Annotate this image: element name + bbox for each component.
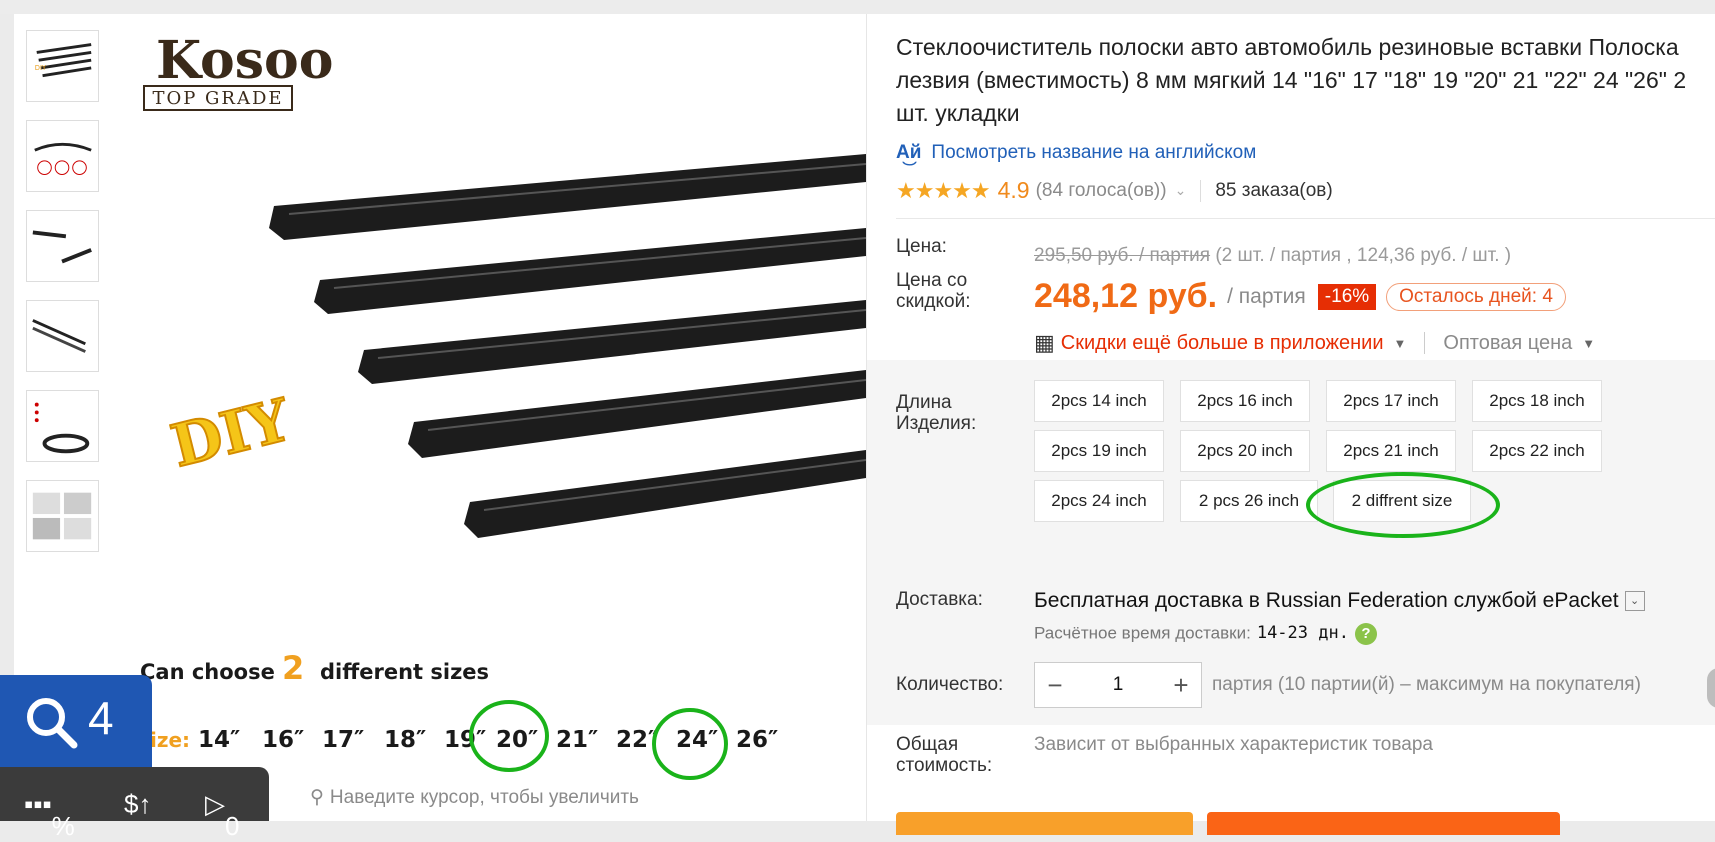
- shipping-label: Доставка:: [896, 589, 983, 610]
- buy-now-button[interactable]: [896, 812, 1193, 835]
- size-14: 14″: [198, 727, 240, 753]
- size-label: ize:: [150, 728, 190, 752]
- quantity-label: Количество:: [896, 674, 1004, 695]
- caret-down-icon[interactable]: ▼: [1394, 336, 1407, 351]
- wholesale-price-link[interactable]: Оптовая цена: [1443, 332, 1572, 355]
- scroll-handle[interactable]: [1707, 668, 1715, 708]
- percent-tool[interactable]: ▪▪▪%: [24, 789, 75, 841]
- option-18-inch[interactable]: 2pcs 18 inch: [1472, 380, 1602, 422]
- orders-count: 85 заказа(ов): [1215, 179, 1333, 201]
- thumbnail-5[interactable]: [26, 390, 99, 462]
- size-16: 16″: [262, 727, 304, 753]
- dropdown-arrow-icon[interactable]: ⌄: [1624, 591, 1645, 612]
- increase-button[interactable]: +: [1161, 670, 1201, 701]
- promo-line-a: Can choose: [140, 660, 275, 684]
- translate-title-link[interactable]: A͜й Посмотреть название на английском: [896, 142, 1256, 164]
- option-16-inch[interactable]: 2pcs 16 inch: [1180, 380, 1310, 422]
- size-19: 19″: [444, 727, 486, 753]
- thumbnail-6[interactable]: [26, 480, 99, 552]
- search-count: 4: [88, 692, 114, 744]
- size-20: 20″: [496, 727, 538, 753]
- thumbnail-2[interactable]: [26, 120, 99, 192]
- discounted-price: 248,12 руб. / партия -16% Осталось дней:…: [1034, 277, 1566, 316]
- option-20-inch[interactable]: 2pcs 20 inch: [1180, 430, 1310, 472]
- quantity-stepper: − 1 +: [1034, 662, 1202, 708]
- option-17-inch[interactable]: 2pcs 17 inch: [1326, 380, 1456, 422]
- price-unit: / партия: [1227, 284, 1306, 308]
- svg-text:DIY: DIY: [35, 64, 47, 72]
- total-label: Общая стоимость:: [896, 734, 993, 776]
- votes-count[interactable]: (84 голоса(ов)): [1036, 180, 1167, 202]
- qr-code-icon: ▦: [1034, 330, 1055, 355]
- zoom-hint: ⚲ Наведите курсор, чтобы увеличить: [310, 787, 639, 808]
- size-26: 26″: [736, 727, 778, 753]
- promo-line-b: different sizes: [320, 660, 489, 684]
- delivery-estimate: Расчётное время доставки: 14-23 дн.?: [1034, 623, 1377, 645]
- top-strip: [0, 0, 1715, 14]
- product-title: Стеклоочиститель полоски авто автомобиль…: [896, 34, 1687, 126]
- rating-row: ★★★★★ 4.9 (84 голоса(ов)) ⌄ 85 заказа(ов…: [896, 177, 1333, 204]
- price-tool[interactable]: $↑: [124, 789, 151, 820]
- size-22: 22″: [616, 727, 658, 753]
- app-discount-row: ▦ Скидки ещё больше в приложении ▼ Оптов…: [1034, 330, 1595, 356]
- helper-toolbar[interactable]: ▪▪▪% $↑ ▷ 0: [0, 767, 269, 841]
- search-helper-widget[interactable]: 4: [0, 675, 152, 767]
- app-discount-link[interactable]: Скидки ещё больше в приложении: [1061, 332, 1384, 355]
- brand-tagline: TOP GRADE: [152, 88, 283, 109]
- option-22-inch[interactable]: 2pcs 22 inch: [1472, 430, 1602, 472]
- rating-score: 4.9: [997, 177, 1030, 203]
- rating-stars-icon: ★★★★★: [896, 177, 991, 203]
- option-19-inch[interactable]: 2pcs 19 inch: [1034, 430, 1164, 472]
- option-14-inch[interactable]: 2pcs 14 inch: [1034, 380, 1164, 422]
- size-24: 24″: [676, 727, 718, 753]
- price-label: Цена:: [896, 236, 947, 257]
- length-option-label: Длина Изделия:: [896, 392, 977, 434]
- size-18: 18″: [384, 727, 426, 753]
- caret-down-icon[interactable]: ▼: [1582, 336, 1595, 351]
- days-left-badge: Осталось дней: 4: [1386, 282, 1566, 311]
- option-24-inch[interactable]: 2pcs 24 inch: [1034, 480, 1164, 522]
- brand-name: Kosoo: [156, 30, 333, 91]
- divider-line: [896, 218, 1715, 219]
- translate-icon: A͜й: [896, 142, 922, 163]
- chevron-down-icon[interactable]: ⌄: [1175, 182, 1187, 199]
- original-price: 295,50 руб. / партия (2 шт. / партия , 1…: [1034, 245, 1512, 266]
- help-icon[interactable]: ?: [1354, 623, 1377, 645]
- size-21: 21″: [556, 727, 598, 753]
- quantity-note: партия (10 партии(й) – максимум на покуп…: [1212, 674, 1641, 695]
- discount-price-label: Цена со скидкой:: [896, 270, 971, 312]
- thumbnail-1[interactable]: DIY: [26, 30, 99, 102]
- decrease-button[interactable]: −: [1035, 670, 1075, 701]
- divider: [1424, 332, 1426, 354]
- shipping-method[interactable]: Бесплатная доставка в Russian Federation…: [1034, 589, 1645, 613]
- discount-badge: -16%: [1317, 283, 1377, 310]
- product-info-panel: Стеклоочиститель полоски авто автомобиль…: [867, 14, 1715, 835]
- option-26-inch[interactable]: 2 pcs 26 inch: [1180, 480, 1318, 522]
- size-17: 17″: [322, 727, 364, 753]
- highlight-ring-option: [1306, 472, 1500, 538]
- magnifier-icon: ⚲: [310, 787, 324, 808]
- price-value: 248,12 руб.: [1034, 277, 1218, 315]
- search-icon: [27, 698, 78, 749]
- add-to-cart-button[interactable]: [1207, 812, 1560, 835]
- thumbnail-3[interactable]: [26, 210, 99, 282]
- divider: [1200, 179, 1202, 202]
- thumbnail-4[interactable]: [26, 300, 99, 372]
- quantity-input[interactable]: 1: [1075, 674, 1161, 696]
- total-value: Зависит от выбранных характеристик товар…: [1034, 734, 1433, 755]
- option-21-inch[interactable]: 2pcs 21 inch: [1326, 430, 1456, 472]
- promo-number: 2: [282, 649, 304, 687]
- play-tool[interactable]: ▷ 0: [205, 789, 239, 841]
- main-product-image[interactable]: Kosoo TOP GRADE DIY Can choose 2 differe…: [114, 14, 867, 794]
